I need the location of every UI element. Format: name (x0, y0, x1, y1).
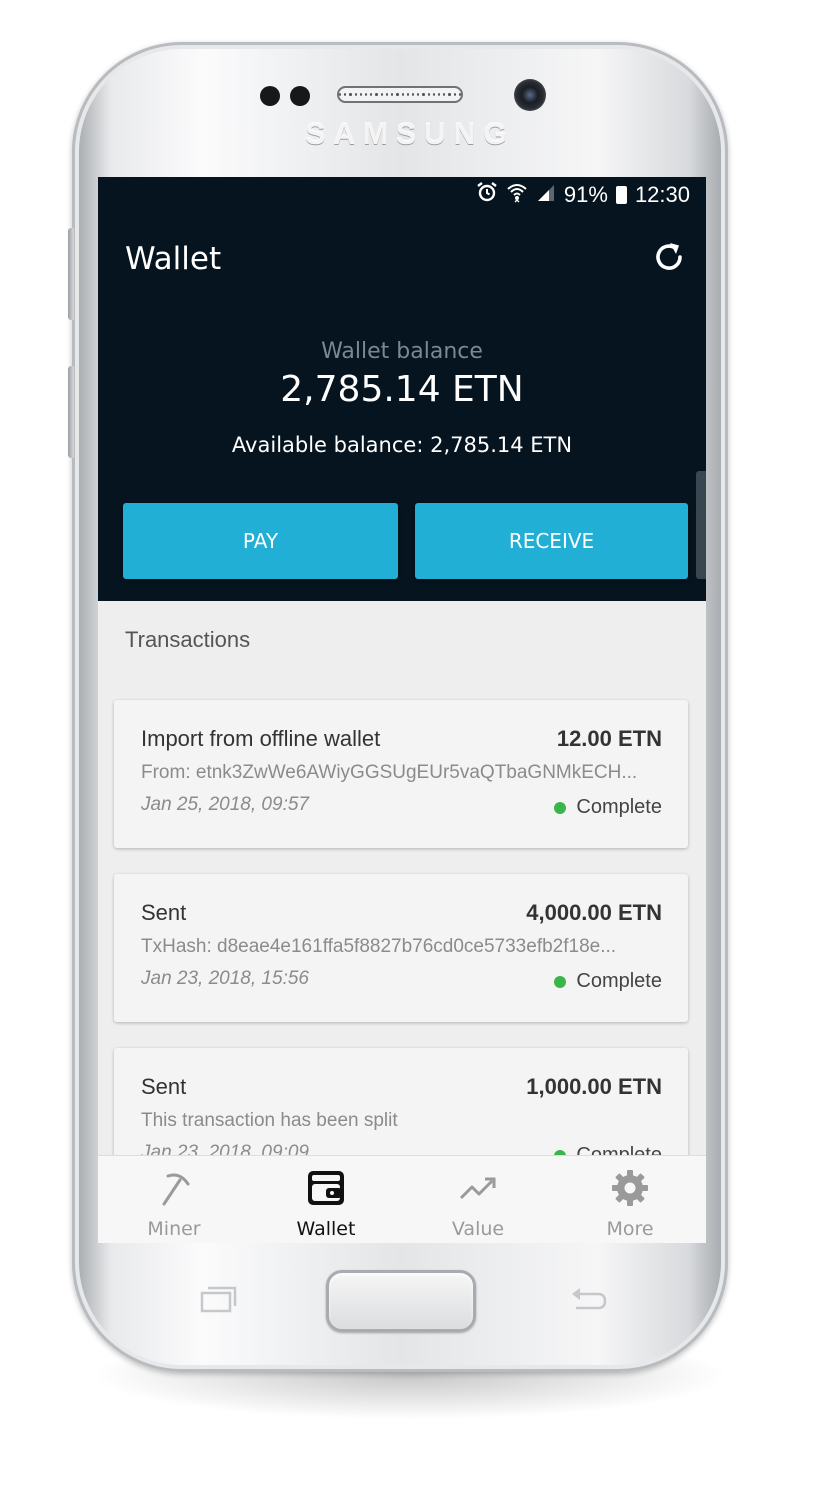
wifi-icon (506, 181, 528, 209)
bottom-navigation: Miner Wallet Value More (98, 1155, 706, 1243)
transaction-card[interactable]: Import from offline wallet 12.00 ETN Fro… (114, 700, 688, 848)
transaction-status: Complete (554, 796, 662, 819)
nav-label: More (606, 1218, 654, 1240)
receive-button[interactable]: RECEIVE (415, 503, 688, 579)
cell-signal-icon (536, 182, 556, 208)
nav-label: Wallet (296, 1218, 356, 1240)
transaction-detail: TxHash: d8eae4e161ffa5f8827b76cd0ce5733e… (141, 936, 617, 957)
sensor-dot (290, 86, 310, 106)
front-camera (514, 79, 546, 111)
nav-item-miner[interactable]: Miner (98, 1156, 250, 1243)
wallet-header: 91% 12:30 Wallet Wallet balance 2,785.14… (98, 177, 706, 601)
wallet-icon (308, 1171, 344, 1205)
transaction-amount: 4,000.00 ETN (526, 900, 662, 925)
page-title: Wallet (125, 241, 222, 277)
clock-time: 12:30 (634, 182, 690, 207)
volume-up-key (68, 228, 74, 320)
transactions-heading: Transactions (125, 627, 251, 652)
next-action-peek (696, 471, 706, 579)
nav-label: Miner (147, 1218, 201, 1240)
screen: 91% 12:30 Wallet Wallet balance 2,785.14… (98, 177, 706, 1243)
transaction-detail: From: etnk3ZwWe6AWiyGGSUgEUr5vaQTbaGNMkE… (141, 762, 638, 783)
nav-item-more[interactable]: More (554, 1156, 706, 1243)
transaction-title: Import from offline wallet (141, 726, 381, 751)
status-dot-icon (554, 801, 567, 814)
nav-item-value[interactable]: Value (402, 1156, 554, 1243)
pay-button[interactable]: PAY (123, 503, 398, 579)
battery-percent: 91% (563, 182, 608, 207)
transaction-amount: 1,000.00 ETN (526, 1074, 662, 1099)
refresh-icon (656, 243, 682, 270)
transaction-card[interactable]: Sent 4,000.00 ETN TxHash: d8eae4e161ffa5… (114, 874, 688, 1022)
trending-up-icon (459, 1177, 496, 1200)
transaction-status: Complete (554, 970, 662, 993)
recent-apps-icon[interactable] (198, 1284, 238, 1314)
battery-charging-icon (615, 186, 627, 204)
nav-item-wallet[interactable]: Wallet (250, 1156, 402, 1243)
alarm-clock-icon (476, 181, 498, 209)
transaction-date: Jan 23, 2018, 15:56 (141, 968, 309, 989)
transaction-title: Sent (141, 1074, 187, 1099)
transaction-title: Sent (141, 900, 187, 925)
transaction-date: Jan 25, 2018, 09:57 (141, 794, 309, 815)
status-label: Complete (576, 970, 662, 992)
gear-icon (612, 1170, 648, 1206)
nav-label: Value (451, 1218, 505, 1240)
status-label: Complete (576, 796, 662, 818)
refresh-button[interactable] (649, 237, 689, 277)
pickaxe-icon (162, 1173, 190, 1206)
brand-logo: SAMSUNG (305, 118, 515, 151)
wallet-balance-label: Wallet balance (321, 339, 483, 364)
transaction-amount: 12.00 ETN (556, 726, 662, 751)
wallet-balance-value: 2,785.14 ETN (280, 369, 524, 410)
available-balance: Available balance: 2,785.14 ETN (231, 433, 573, 457)
sensor-dot (260, 86, 280, 106)
status-bar: 91% 12:30 (476, 181, 690, 209)
earpiece-speaker (337, 86, 463, 103)
status-dot-icon (554, 975, 567, 988)
back-arrow-icon[interactable] (568, 1284, 608, 1314)
home-button[interactable] (326, 1270, 476, 1332)
volume-down-key (68, 366, 74, 458)
transaction-detail: This transaction has been split (141, 1110, 398, 1131)
